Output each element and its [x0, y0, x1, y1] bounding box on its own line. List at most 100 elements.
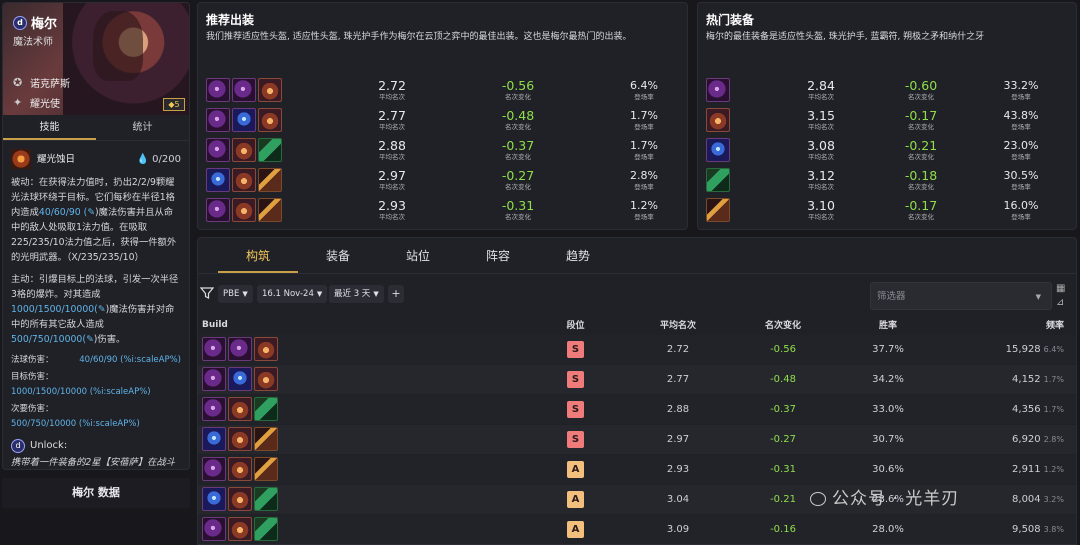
- winrate-cell: 28.0%: [833, 513, 943, 544]
- helm-item-icon[interactable]: [206, 108, 230, 132]
- table-row[interactable]: S 2.72 -0.56 37.7% 15,928 6.4%: [198, 333, 1076, 364]
- tab-comps[interactable]: 阵容: [458, 238, 538, 273]
- tab-positioning[interactable]: 站位: [378, 238, 458, 273]
- chest-item-icon[interactable]: [228, 457, 252, 481]
- tab-stats[interactable]: 统计: [96, 115, 189, 140]
- chest-item-icon[interactable]: [706, 108, 730, 132]
- build-items: [202, 367, 290, 391]
- tier-badge: S: [567, 430, 584, 448]
- avg-place-cell: 3.04: [623, 483, 733, 514]
- winrate-cell: 34.2%: [833, 363, 943, 394]
- avg-place-cell: 2.72: [623, 333, 733, 364]
- helm-item-icon[interactable]: [202, 517, 226, 542]
- ability-icon: [11, 149, 31, 169]
- avg-place-metric: 2.97 平均名次: [378, 168, 406, 192]
- green-item-icon[interactable]: [254, 517, 278, 542]
- hot-item-row[interactable]: 3.12 平均名次 -0.18 名次变化 30.5% 登场率: [706, 165, 1068, 195]
- tab-skill[interactable]: 技能: [3, 115, 96, 140]
- filter-icon[interactable]: [200, 286, 214, 300]
- chest-item-icon[interactable]: [254, 367, 278, 391]
- helm-item-icon[interactable]: [202, 457, 226, 481]
- add-filter-button[interactable]: +: [388, 285, 404, 303]
- build-row[interactable]: 2.77 平均名次 -0.48 名次变化 1.7% 登场率: [206, 105, 679, 135]
- col-tier[interactable]: 段位: [528, 316, 623, 334]
- helm-item-icon[interactable]: [206, 198, 230, 222]
- left-tabs: 技能 统计: [3, 115, 189, 141]
- ability-header: 耀光蚀日 💧 0/200: [11, 149, 181, 169]
- hot-item-row[interactable]: 3.10 平均名次 -0.17 名次变化 16.0% 登场率: [706, 195, 1068, 225]
- orb-item-icon[interactable]: [202, 427, 226, 451]
- build-row[interactable]: 2.97 平均名次 -0.27 名次变化 2.8% 登场率: [206, 165, 679, 195]
- chest-item-icon[interactable]: [258, 108, 282, 132]
- trait-noxus[interactable]: ✪ 诺克萨斯: [13, 75, 70, 90]
- build-row[interactable]: 2.72 平均名次 -0.56 名次变化 6.4% 登场率: [206, 75, 679, 105]
- chest-item-icon[interactable]: [228, 397, 252, 421]
- trait-illuminator[interactable]: ✦ 耀光使: [13, 95, 60, 110]
- place-change-cell: -0.16: [733, 513, 833, 544]
- helm-item-icon[interactable]: [202, 367, 226, 391]
- blade-item-icon[interactable]: [254, 457, 278, 481]
- helm-item-icon[interactable]: [206, 78, 230, 102]
- col-build[interactable]: Build: [198, 316, 528, 334]
- col-avg-place[interactable]: 平均名次: [623, 316, 733, 334]
- trait-label: 耀光使: [30, 99, 60, 110]
- days-dropdown[interactable]: 最近 3 天 ▼: [329, 285, 384, 303]
- chevron-down-icon: ▼: [373, 290, 379, 298]
- orb-item-icon[interactable]: [202, 487, 226, 511]
- tier-badge: A: [567, 460, 584, 478]
- table-row[interactable]: A 2.93 -0.31 30.6% 2,911 1.2%: [198, 453, 1076, 484]
- chest-item-icon[interactable]: [232, 198, 256, 222]
- green-item-icon[interactable]: [258, 138, 282, 162]
- chest-item-icon[interactable]: [258, 78, 282, 102]
- blade-item-icon[interactable]: [254, 427, 278, 451]
- chevron-down-icon: ▼: [242, 290, 248, 298]
- col-place-change[interactable]: 名次变化: [733, 316, 833, 334]
- helm-item-icon[interactable]: [232, 78, 256, 102]
- patch-dropdown[interactable]: 16.1 Nov-24 ▼: [257, 285, 328, 303]
- chest-item-icon[interactable]: [232, 168, 256, 192]
- place-change-metric: -0.17 名次变化: [904, 108, 938, 132]
- helm-item-icon[interactable]: [706, 78, 730, 102]
- green-item-icon[interactable]: [706, 168, 730, 192]
- chest-item-icon[interactable]: [254, 337, 278, 361]
- blade-item-icon[interactable]: [258, 168, 282, 192]
- champion-title: d 梅尔: [13, 13, 57, 32]
- tab-builds[interactable]: 构筑: [218, 238, 298, 273]
- blade-item-icon[interactable]: [706, 198, 730, 222]
- blade-item-icon[interactable]: [258, 198, 282, 222]
- helm-item-icon[interactable]: [206, 138, 230, 162]
- helm-item-icon[interactable]: [228, 337, 252, 361]
- tab-trends[interactable]: 趋势: [538, 238, 618, 273]
- table-row[interactable]: A 3.09 -0.16 28.0% 9,508 3.8%: [198, 513, 1076, 544]
- hot-item-row[interactable]: 3.08 平均名次 -0.21 名次变化 23.0% 登场率: [706, 135, 1068, 165]
- hot-item-row[interactable]: 3.15 平均名次 -0.17 名次变化 43.8% 登场率: [706, 105, 1068, 135]
- orb-item-icon[interactable]: [206, 168, 230, 192]
- table-view-icon[interactable]: ▦: [1056, 283, 1070, 295]
- orb-item-icon[interactable]: [232, 108, 256, 132]
- chest-item-icon[interactable]: [228, 517, 252, 542]
- green-item-icon[interactable]: [254, 397, 278, 421]
- tab-items[interactable]: 装备: [298, 238, 378, 273]
- table-row[interactable]: S 2.97 -0.27 30.7% 6,920 2.8%: [198, 423, 1076, 454]
- chest-item-icon[interactable]: [232, 138, 256, 162]
- hot-item-row[interactable]: 2.84 平均名次 -0.60 名次变化 33.2% 登场率: [706, 75, 1068, 105]
- col-frequency[interactable]: 频率: [943, 316, 1076, 334]
- orb-item-icon[interactable]: [706, 138, 730, 162]
- col-winrate[interactable]: 胜率: [833, 316, 943, 334]
- chart-view-icon[interactable]: ⊿: [1056, 297, 1070, 309]
- avg-place-cell: 2.88: [623, 393, 733, 424]
- hot-item: [706, 138, 736, 162]
- table-row[interactable]: S 2.88 -0.37 33.0% 4,356 1.7%: [198, 393, 1076, 424]
- rank-dropdown[interactable]: PBE ▼: [218, 285, 253, 303]
- helm-item-icon[interactable]: [202, 337, 226, 361]
- helm-item-icon[interactable]: [202, 397, 226, 421]
- build-cell: [198, 363, 528, 394]
- green-item-icon[interactable]: [254, 487, 278, 511]
- build-row[interactable]: 2.93 平均名次 -0.31 名次变化 1.2% 登场率: [206, 195, 679, 225]
- chest-item-icon[interactable]: [228, 427, 252, 451]
- table-row[interactable]: S 2.77 -0.48 34.2% 4,152 1.7%: [198, 363, 1076, 394]
- orb-item-icon[interactable]: [228, 367, 252, 391]
- chest-item-icon[interactable]: [228, 487, 252, 511]
- filter-select[interactable]: 筛选器 ▼: [870, 282, 1052, 310]
- build-row[interactable]: 2.88 平均名次 -0.37 名次变化 1.7% 登场率: [206, 135, 679, 165]
